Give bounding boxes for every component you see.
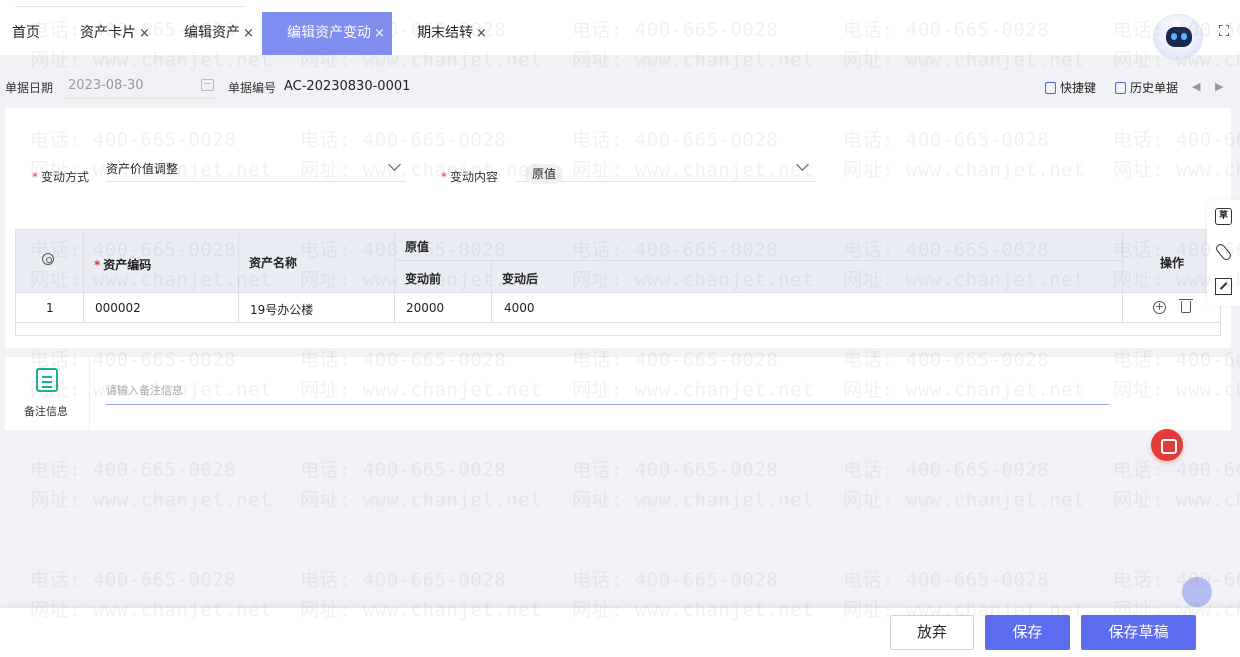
shortcut-button[interactable]: 快捷键 (1045, 79, 1096, 96)
remark-input[interactable] (106, 377, 1109, 405)
asset-change-table: * 资产编码 资产名称 原值 变动前 变动后 操作 1 000002 19号办公楼… (15, 229, 1221, 336)
remark-panel: 备注信息 (5, 357, 1231, 430)
header-original-value: 原值 (405, 240, 430, 254)
document-header: 单据日期 2023-08-30 单据编号 AC-20230830-0001 快捷… (0, 70, 1240, 104)
tab-edit-asset-change[interactable]: 编辑资产变动 × (262, 12, 392, 55)
cell-after[interactable]: 4000 (504, 301, 535, 315)
tab-home[interactable]: 首页 (12, 12, 40, 55)
change-method-label: * 变动方式 (32, 170, 90, 184)
cell-asset-name[interactable]: 19号办公楼 (250, 301, 313, 318)
top-divider (15, 6, 245, 7)
watermark-text: 电话: 400-665-0028网址: www.chanjet.net (843, 459, 1085, 511)
settings-icon[interactable] (42, 253, 54, 265)
robot-assistant-icon[interactable] (1153, 14, 1203, 60)
watermark-text: 电话: 400-665-0028网址: www.chanjet.net (572, 459, 814, 511)
discard-button[interactable]: 放弃 (890, 615, 974, 650)
doc-number-label: 单据编号 (228, 81, 277, 95)
date-field[interactable]: 2023-08-30 (64, 75, 216, 99)
date-label: 单据日期 (5, 81, 54, 95)
cell-asset-code[interactable]: 000002 (95, 301, 141, 315)
watermark-text: 电话: 400-665-0028网址: www.chanjet.net (300, 459, 542, 511)
prev-record-icon[interactable]: ◀ (1192, 80, 1200, 93)
tab-label: 编辑资产变动 (287, 25, 371, 41)
change-method-select[interactable]: 资产价值调整 (106, 152, 406, 182)
date-value: 2023-08-30 (68, 78, 144, 93)
history-button[interactable]: 历史单据 (1115, 79, 1178, 96)
tab-label: 编辑资产 (184, 25, 240, 41)
doc-number-value: AC-20230830-0001 (284, 79, 411, 94)
side-toolbar: 草 (1207, 200, 1240, 306)
add-row-icon[interactable]: + (1153, 301, 1166, 314)
tab-asset-card[interactable]: 资产卡片 × (80, 12, 150, 55)
tab-label: 首页 (12, 25, 40, 41)
watermark-text: 电话: 400-665-0028网址: www.chanjet.net (30, 459, 272, 511)
save-draft-button[interactable]: 保存草稿 (1081, 615, 1196, 650)
watermark-text: 电话: 400-665-0028网址: www.chanjet.net (1113, 459, 1240, 511)
remark-label: 备注信息 (24, 405, 68, 418)
footer-bar: 放弃 保存 保存草稿 (0, 608, 1240, 657)
top-strip (0, 0, 1240, 12)
floating-assistant-button[interactable] (1182, 577, 1212, 607)
cell-before: 20000 (406, 301, 445, 315)
calendar-icon[interactable] (201, 79, 214, 91)
tab-bar: 首页 资产卡片 × 编辑资产 × 编辑资产变动 × 期末结转 × (0, 12, 1240, 55)
close-icon[interactable]: × (243, 26, 254, 41)
header-after: 变动后 (502, 272, 539, 286)
shortcut-label: 快捷键 (1060, 81, 1097, 95)
change-content-label: * 变动内容 (441, 170, 499, 184)
delete-row-icon[interactable] (1179, 299, 1193, 313)
header-asset-code: * 资产编码 (94, 258, 152, 272)
close-icon[interactable]: × (476, 26, 487, 41)
chevron-down-icon (796, 158, 809, 171)
tab-label: 期末结转 (417, 25, 473, 41)
remark-icon (36, 368, 58, 392)
close-icon[interactable]: × (374, 26, 385, 41)
keyboard-icon (1045, 82, 1056, 94)
chevron-down-icon (388, 158, 401, 171)
tab-period-end-transfer[interactable]: 期末结转 × (417, 12, 487, 55)
table-header (16, 230, 1220, 292)
row-index: 1 (46, 301, 54, 315)
change-method-value: 资产价值调整 (106, 162, 179, 176)
header-asset-name: 资产名称 (249, 256, 298, 270)
expand-icon[interactable] (1215, 278, 1232, 295)
fullscreen-icon[interactable]: ⛶ (1213, 22, 1235, 44)
save-button[interactable]: 保存 (985, 615, 1070, 650)
robot-face (1166, 27, 1192, 47)
header-before: 变动前 (405, 272, 442, 286)
attachment-icon[interactable] (1214, 242, 1233, 262)
tab-label: 资产卡片 (80, 25, 136, 41)
close-icon[interactable]: × (139, 26, 150, 41)
tab-edit-asset[interactable]: 编辑资产 × (184, 12, 254, 55)
history-icon (1115, 82, 1126, 94)
change-content-chip[interactable]: 原值 (525, 164, 564, 184)
main-panel: * 变动方式 资产价值调整 * 变动内容 原值 * 资产编码 资产名称 原值 变动前 … (5, 108, 1231, 348)
draft-icon[interactable]: 草 (1215, 208, 1232, 225)
history-label: 历史单据 (1130, 81, 1179, 95)
next-record-icon[interactable]: ▶ (1215, 80, 1223, 93)
header-actions: 操作 (1160, 256, 1185, 270)
message-icon[interactable] (1151, 429, 1183, 461)
